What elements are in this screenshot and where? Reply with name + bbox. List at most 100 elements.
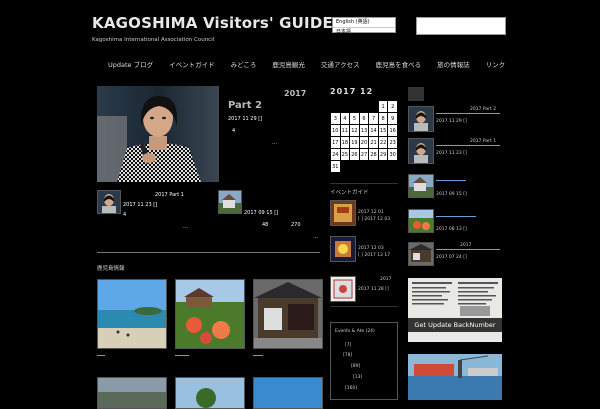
- site-title[interactable]: KAGOSHIMA Visitors' GUIDE: [92, 14, 333, 32]
- featured-heading[interactable]: Part 2: [228, 100, 262, 111]
- sub-post-thumb-2[interactable]: [218, 190, 242, 214]
- calendar-day[interactable]: 4: [339, 112, 351, 125]
- sub-post-a-2: 48: [262, 222, 269, 228]
- calendar-day[interactable]: 12: [349, 124, 360, 137]
- calendar-day[interactable]: 25: [339, 148, 351, 161]
- right-post-line-2: [436, 145, 500, 146]
- event-1-line1[interactable]: 2017 12 01: [358, 210, 384, 215]
- sub-post-date-2: 2017 09 15 []: [244, 210, 279, 216]
- harbor-image[interactable]: [408, 354, 502, 400]
- nav-magazine[interactable]: 旅の情報誌: [437, 59, 470, 71]
- event-1-line2: [ ] 2017 12 03: [358, 217, 391, 222]
- calendar-day[interactable]: 30: [387, 148, 398, 161]
- sub-post-title-1[interactable]: 2017 Part 1: [155, 192, 184, 198]
- calendar-day[interactable]: 3: [330, 112, 341, 125]
- nav-update[interactable]: Update ブログ: [108, 59, 153, 71]
- calendar-day[interactable]: 29: [377, 148, 389, 161]
- sub-post-num-1: 4: [123, 212, 127, 218]
- calendar-day[interactable]: 19: [349, 136, 360, 149]
- category-item-5[interactable]: [160]: [345, 386, 357, 391]
- grid-photo-6[interactable]: [253, 377, 323, 409]
- category-item-4[interactable]: [13]: [353, 375, 362, 380]
- sub-post-ellipsis-1: …: [183, 224, 188, 230]
- lang-option-english[interactable]: English (英語): [333, 18, 395, 28]
- grid-photo-garden[interactable]: [175, 279, 245, 349]
- event-2-line1[interactable]: 2017 12 03: [358, 246, 384, 251]
- calendar-day[interactable]: 13: [358, 124, 370, 137]
- calendar-day[interactable]: 24: [330, 148, 341, 161]
- calendar-day[interactable]: 6: [358, 112, 370, 125]
- search-input[interactable]: [416, 17, 506, 35]
- featured-image[interactable]: [97, 86, 219, 182]
- event-thumb-3[interactable]: [330, 276, 356, 302]
- grid-photo-beach[interactable]: [97, 279, 167, 349]
- calendar-week: 12: [330, 100, 398, 113]
- calendar-day[interactable]: 23: [387, 136, 398, 149]
- sub-post-ellipsis-2: …: [313, 234, 318, 240]
- calendar-week: 31: [330, 160, 398, 173]
- nav-events[interactable]: イベントガイド: [169, 59, 215, 71]
- nav-links[interactable]: リンク: [486, 59, 506, 71]
- calendar-day[interactable]: 28: [368, 148, 379, 161]
- category-heading[interactable]: Events & Ate (24): [335, 329, 375, 334]
- event-thumb-1[interactable]: [330, 200, 356, 226]
- grid-underline-3: [253, 355, 263, 356]
- lang-option-japanese[interactable]: 日本語: [333, 28, 395, 37]
- language-select[interactable]: English (英語) 日本語: [332, 17, 396, 35]
- nav-sightseeing[interactable]: 鹿児島観光: [272, 59, 305, 71]
- grid-photo-house[interactable]: [253, 279, 323, 349]
- calendar-day[interactable]: 21: [368, 136, 379, 149]
- category-item-2[interactable]: [78]: [343, 353, 352, 358]
- event-3-line1[interactable]: 2017: [380, 277, 391, 282]
- nav-highlights[interactable]: みどころ: [231, 59, 257, 71]
- calendar-day[interactable]: 2: [387, 100, 398, 113]
- right-post-thumb-1[interactable]: [408, 106, 434, 132]
- category-item-1[interactable]: [7]: [345, 343, 351, 348]
- calendar-day[interactable]: 17: [330, 136, 341, 149]
- calendar-day[interactable]: 16: [387, 124, 398, 137]
- backnumber-label[interactable]: Get Update BackNumber: [408, 318, 502, 332]
- right-post-thumb-4[interactable]: [408, 209, 434, 233]
- calendar-day[interactable]: 18: [339, 136, 351, 149]
- backnumber-banner[interactable]: [408, 278, 502, 342]
- category-item-3[interactable]: [89]: [351, 364, 360, 369]
- calendar-week: 17 18 19 20 21 22 23: [330, 136, 398, 149]
- calendar-day[interactable]: 7: [368, 112, 379, 125]
- calendar-day[interactable]: 1: [377, 100, 389, 113]
- event-divider-2: [330, 306, 398, 307]
- calendar-day: [349, 100, 360, 113]
- calendar-day[interactable]: 11: [339, 124, 351, 137]
- site-subtitle: Kagoshima International Association Coun…: [92, 37, 215, 43]
- calendar-day: [349, 160, 360, 173]
- calendar-day[interactable]: 20: [358, 136, 370, 149]
- right-post-title-5[interactable]: 2017: [460, 243, 471, 248]
- right-post-thumb-3[interactable]: [408, 174, 434, 198]
- calendar-day[interactable]: 26: [349, 148, 360, 161]
- calendar-day[interactable]: 9: [387, 112, 398, 125]
- right-post-date-3: 2017 09 15 []: [436, 192, 467, 197]
- nav-access[interactable]: 交通アクセス: [321, 59, 360, 71]
- grid-underline-2: [175, 355, 189, 356]
- calendar-day[interactable]: 8: [377, 112, 389, 125]
- right-post-title-2[interactable]: 2017 Part 1: [470, 139, 496, 144]
- calendar-day: [330, 100, 341, 113]
- calendar-day[interactable]: 22: [377, 136, 389, 149]
- sub-post-thumb-1[interactable]: [97, 190, 121, 214]
- right-post-thumb-5[interactable]: [408, 242, 434, 266]
- calendar-day[interactable]: 31: [330, 160, 341, 173]
- calendar-week: 3456789: [330, 112, 398, 125]
- event-divider: [330, 183, 398, 184]
- calendar-day[interactable]: 5: [349, 112, 360, 125]
- right-post-thumb-2[interactable]: [408, 138, 434, 164]
- section-label: 鹿児島情報: [97, 266, 125, 272]
- right-post-title-1[interactable]: 2017 Part 2: [470, 107, 496, 112]
- calendar-day[interactable]: 10: [330, 124, 341, 137]
- grid-photo-5[interactable]: [175, 377, 245, 409]
- calendar-day[interactable]: 15: [377, 124, 389, 137]
- calendar-week: 10 11 12 13 14 15 16: [330, 124, 398, 137]
- event-thumb-2[interactable]: [330, 236, 356, 262]
- grid-photo-4[interactable]: [97, 377, 167, 409]
- nav-food[interactable]: 鹿児島を食べる: [376, 59, 422, 71]
- calendar-day[interactable]: 14: [368, 124, 379, 137]
- calendar-day[interactable]: 27: [358, 148, 370, 161]
